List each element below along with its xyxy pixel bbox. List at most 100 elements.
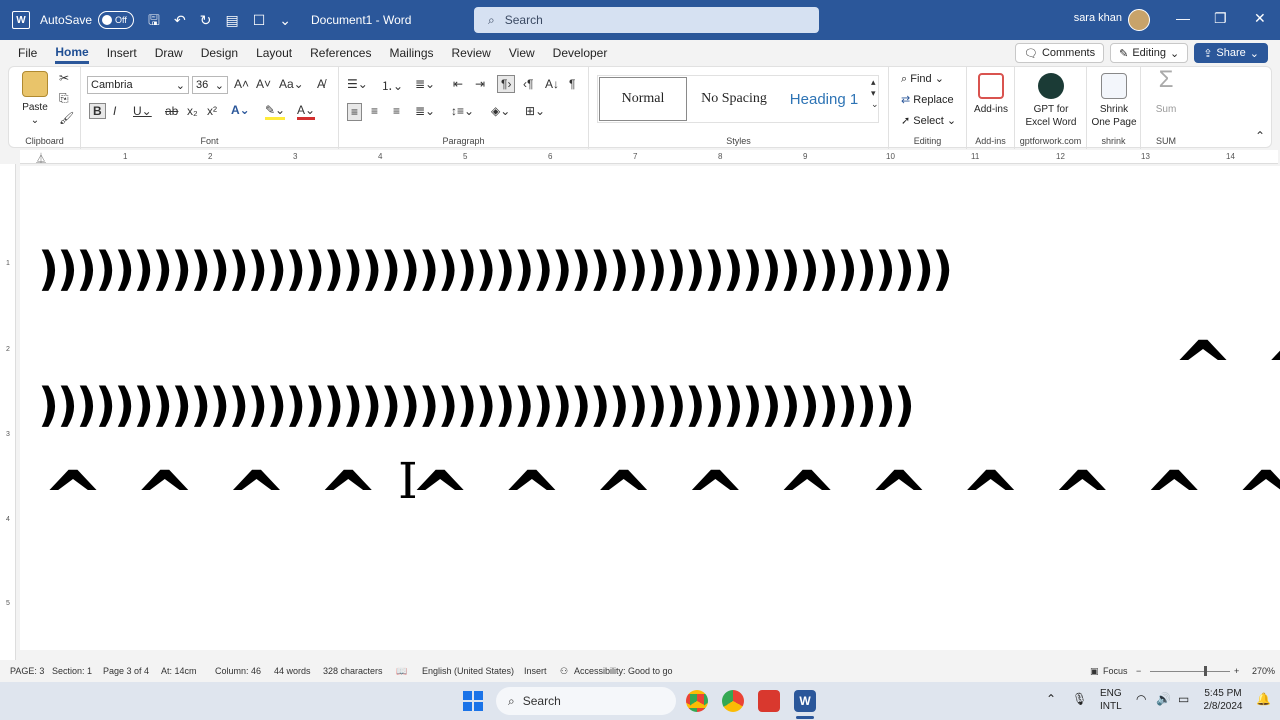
tab-references[interactable]: References (310, 44, 371, 62)
align-center-icon[interactable]: ≡ (371, 104, 378, 118)
autosave-toggle[interactable]: Off (98, 11, 135, 29)
tab-insert[interactable]: Insert (107, 44, 137, 62)
numbering-icon[interactable]: ⒈⌄ (381, 77, 403, 94)
status-column[interactable]: Column: 46 (215, 666, 261, 676)
styles-scroll-icon[interactable]: ▴ ▾ ⌄ (871, 77, 879, 110)
font-size-select[interactable]: 36 ⌄ (192, 76, 228, 94)
redo-icon[interactable]: ↻ (200, 13, 212, 27)
notifications-icon[interactable]: 🔔 (1256, 693, 1271, 706)
text-effects-icon[interactable]: A⌄ (231, 103, 250, 117)
volume-icon[interactable]: 🔊 (1156, 693, 1171, 706)
taskbar-search[interactable]: ⌕ Search (496, 687, 676, 715)
wifi-icon[interactable]: ◠ (1136, 693, 1146, 706)
windows-start-icon[interactable] (463, 691, 483, 711)
superscript-button[interactable]: x² (207, 104, 217, 118)
indent-marker-icon[interactable]: ⏅ (36, 150, 46, 165)
battery-icon[interactable]: ▭ (1178, 693, 1189, 706)
clock[interactable]: 5:45 PM 2/8/2024 (1200, 687, 1246, 713)
addins-button[interactable]: Add-ins (971, 73, 1011, 116)
italic-button[interactable]: I (113, 104, 116, 118)
search-input[interactable]: ⌕ Search (474, 7, 819, 33)
subscript-button[interactable]: x₂ (187, 104, 198, 118)
customize-qat-icon[interactable]: ⌄ (279, 13, 291, 27)
tab-layout[interactable]: Layout (256, 44, 292, 62)
borders-icon[interactable]: ⊞⌄ (525, 104, 545, 118)
editing-mode-button[interactable]: ✎ Editing ⌄ (1110, 43, 1189, 63)
word-app-icon[interactable]: W (12, 11, 30, 29)
maximize-icon[interactable]: ❐ (1214, 10, 1227, 27)
underline-button[interactable]: U⌄ (133, 104, 152, 118)
find-button[interactable]: ⌕ Find ⌄ (901, 72, 944, 86)
chevron-up-icon[interactable]: ⌃ (1046, 693, 1056, 706)
microphone-icon[interactable]: 🎙 (1072, 693, 1087, 706)
style-no-spacing[interactable]: No Spacing (690, 77, 778, 121)
status-language[interactable]: English (United States) (422, 666, 514, 676)
status-mode[interactable]: Insert (524, 666, 547, 676)
replace-button[interactable]: ⇄ Replace (901, 93, 954, 106)
zoom-out-icon[interactable]: − (1136, 666, 1141, 676)
show-marks-icon[interactable]: ¶ (569, 77, 575, 91)
font-name-select[interactable]: Cambria ⌄ (87, 76, 189, 94)
ltr-icon[interactable]: ¶› (497, 75, 516, 93)
tab-draw[interactable]: Draw (155, 44, 183, 62)
comments-button[interactable]: 🗨 Comments (1014, 43, 1105, 63)
screen-recorder-icon[interactable] (758, 690, 780, 712)
save-icon[interactable]: 🖫 (148, 13, 160, 27)
zoom-level[interactable]: 270% (1252, 666, 1275, 676)
zoom-slider[interactable] (1150, 671, 1230, 672)
font-color-icon[interactable]: A⌄ (297, 103, 316, 120)
clear-formatting-icon[interactable]: A̸ (317, 77, 325, 91)
zoom-in-icon[interactable]: + (1234, 666, 1239, 676)
change-case-icon[interactable]: Aa⌄ (279, 77, 304, 91)
sum-button[interactable]: Σ Sum (1147, 68, 1185, 116)
print-preview-icon[interactable]: ▤ (225, 13, 238, 27)
multilevel-list-icon[interactable]: ≣⌄ (415, 77, 435, 91)
touch-mode-icon[interactable]: ☐ (253, 13, 266, 27)
word-taskbar-icon[interactable]: W (794, 690, 816, 712)
shading-icon[interactable]: ◈⌄ (491, 104, 510, 118)
shrink-font-icon[interactable]: A˅ (256, 77, 271, 91)
bold-button[interactable]: B (89, 103, 106, 119)
document-line-2[interactable]: ))))))))))))))))))))))))))))))))))))))))… (38, 378, 915, 432)
paste-button[interactable]: Paste ⌄ (17, 71, 53, 127)
user-name[interactable]: sara khan (1074, 12, 1122, 24)
document-line-carets-partial[interactable]: ^ ^ (1172, 326, 1280, 412)
grow-font-icon[interactable]: A˄ (234, 77, 249, 91)
tab-review[interactable]: Review (452, 44, 491, 62)
rtl-icon[interactable]: ‹¶ (523, 77, 533, 91)
increase-indent-icon[interactable]: ⇥ (475, 77, 485, 91)
document-line-3[interactable]: ^ ^ ^ ^ ^ ^ ^ ^ ^ ^ ^ ^ ^ ^ ^ ^ ^ ^ ^ (42, 456, 1280, 542)
status-at[interactable]: At: 14cm (161, 666, 197, 676)
tab-file[interactable]: File (18, 44, 37, 62)
tab-view[interactable]: View (509, 44, 535, 62)
copy-icon[interactable]: ⎘ (59, 91, 69, 106)
input-language[interactable]: ENG INTL (1100, 687, 1122, 713)
undo-icon[interactable]: ↶ (174, 13, 186, 27)
avatar[interactable] (1128, 9, 1150, 31)
style-normal[interactable]: Normal (599, 77, 687, 121)
highlight-icon[interactable]: ✎⌄ (265, 103, 286, 120)
status-section[interactable]: Section: 1 (52, 666, 92, 676)
status-page-of[interactable]: Page 3 of 4 (103, 666, 149, 676)
collapse-ribbon-icon[interactable]: ⌃ (1255, 129, 1265, 143)
decrease-indent-icon[interactable]: ⇤ (453, 77, 463, 91)
chrome-icon[interactable] (686, 690, 708, 712)
format-painter-icon[interactable]: 🖌 (59, 111, 74, 125)
zoom-slider-thumb[interactable] (1204, 666, 1207, 676)
document-line-1[interactable]: ))))))))))))))))))))))))))))))))))))))))… (38, 242, 953, 296)
status-page[interactable]: PAGE: 3 (10, 666, 44, 676)
sort-icon[interactable]: A↓ (545, 77, 559, 91)
line-spacing-icon[interactable]: ↕≡⌄ (451, 104, 474, 118)
status-words[interactable]: 44 words (274, 666, 311, 676)
status-accessibility[interactable]: Accessibility: Good to go (574, 666, 673, 676)
tab-design[interactable]: Design (201, 44, 238, 62)
align-right-icon[interactable]: ≡ (393, 104, 400, 118)
focus-button[interactable]: Focus (1103, 666, 1128, 676)
close-icon[interactable]: ✕ (1254, 10, 1266, 27)
strikethrough-button[interactable]: ab (165, 104, 178, 118)
cut-icon[interactable]: ✂ (59, 71, 69, 85)
justify-icon[interactable]: ≣⌄ (415, 104, 435, 118)
document-page[interactable]: ))))))))))))))))))))))))))))))))))))))))… (20, 166, 1280, 650)
share-button[interactable]: ⇪ Share ⌄ (1194, 43, 1268, 63)
select-button[interactable]: ➚ Select ⌄ (901, 114, 956, 127)
